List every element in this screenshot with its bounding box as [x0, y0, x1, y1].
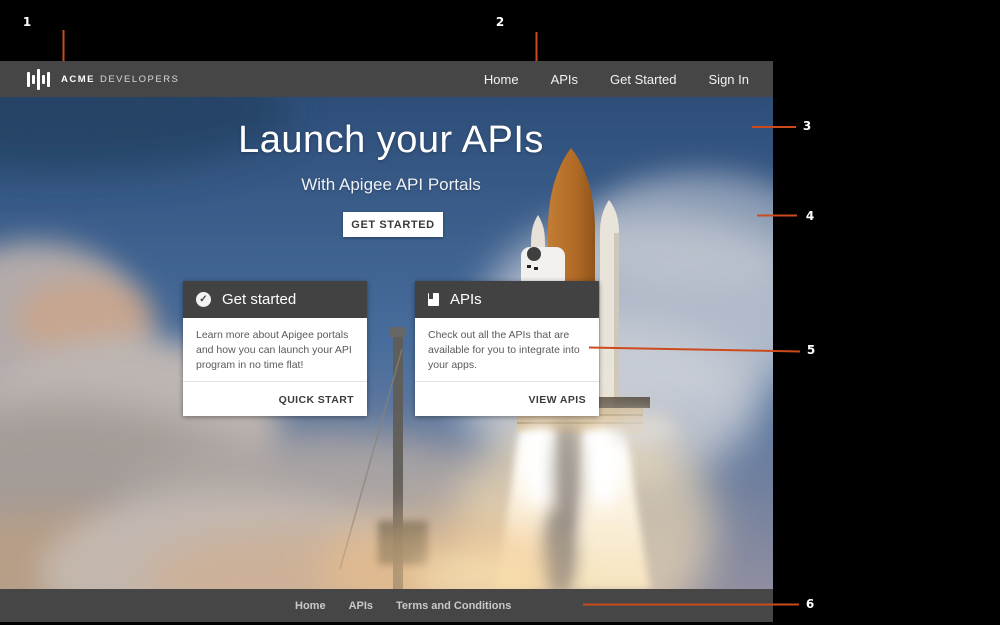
shuttle-launch-photo: [0, 97, 773, 589]
callout-label-1: 1: [20, 15, 34, 29]
card-body-text: Learn more about Apigee portals and how …: [183, 318, 367, 381]
callout-label-2: 2: [493, 15, 507, 29]
hero-section: Launch your APIs With Apigee API Portals…: [0, 97, 773, 589]
view-apis-link[interactable]: VIEW APIS: [529, 394, 586, 406]
footer-link-home[interactable]: Home: [295, 600, 326, 612]
hero-subtitle: With Apigee API Portals: [0, 175, 773, 195]
book-icon: [428, 293, 439, 306]
card-footer: VIEW APIS: [415, 381, 599, 416]
callout-label-3: 3: [800, 119, 814, 133]
main-nav: Home APIs Get Started Sign In: [468, 61, 765, 97]
footer-bar: Home APIs Terms and Conditions: [0, 589, 773, 622]
check-circle-icon: ✓: [196, 292, 211, 307]
callout-label-6: 6: [803, 597, 817, 611]
equalizer-logo-icon: [27, 69, 50, 90]
footer-link-apis[interactable]: APIs: [349, 600, 373, 612]
apis-card: APIs Check out all the APIs that are ava…: [415, 281, 599, 416]
nav-item-home[interactable]: Home: [468, 61, 535, 97]
get-started-card-header: ✓ Get started: [183, 281, 367, 318]
card-title: APIs: [450, 291, 482, 308]
card-footer: QUICK START: [183, 381, 367, 416]
brand: ACME DEVELOPERS: [27, 69, 179, 90]
callout-label-4: 4: [803, 209, 817, 223]
brand-name: ACME: [61, 74, 95, 85]
footer-link-terms[interactable]: Terms and Conditions: [396, 600, 511, 612]
nav-item-get-started[interactable]: Get Started: [594, 61, 692, 97]
quick-start-link[interactable]: QUICK START: [279, 394, 354, 406]
annotated-screenshot-canvas: { "annotations": { "labels": ["1", "2", …: [0, 0, 1000, 625]
header-bar: ACME DEVELOPERS Home APIs Get Started Si…: [0, 61, 773, 97]
get-started-card: ✓ Get started Learn more about Apigee po…: [183, 281, 367, 416]
footer-links: Home APIs Terms and Conditions: [295, 600, 511, 612]
card-body-text: Check out all the APIs that are availabl…: [415, 318, 599, 381]
apis-card-header: APIs: [415, 281, 599, 318]
callout-label-5: 5: [804, 343, 818, 357]
nav-item-sign-in[interactable]: Sign In: [693, 61, 765, 97]
portal-page: ACME DEVELOPERS Home APIs Get Started Si…: [0, 61, 773, 622]
get-started-button[interactable]: GET STARTED: [343, 212, 443, 237]
card-title: Get started: [222, 291, 296, 308]
hero-title: Launch your APIs: [0, 119, 773, 162]
brand-suffix: DEVELOPERS: [100, 74, 179, 85]
nav-item-apis[interactable]: APIs: [535, 61, 594, 97]
